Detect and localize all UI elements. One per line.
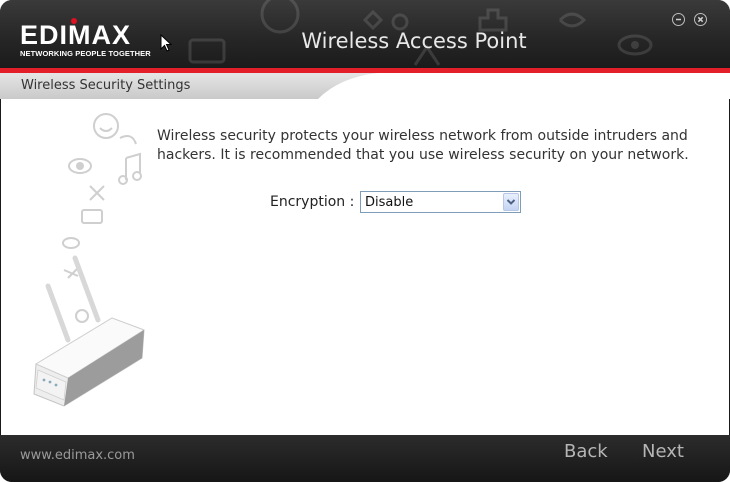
- encryption-select[interactable]: Disable: [360, 191, 521, 213]
- minimize-button[interactable]: [672, 13, 685, 26]
- dropdown-arrow-button[interactable]: [503, 193, 519, 211]
- encryption-selected-value: Disable: [365, 195, 414, 210]
- close-button[interactable]: [694, 13, 707, 26]
- security-description: Wireless security protects your wireless…: [157, 127, 717, 165]
- description-line-2: hackers. It is recommended that you use …: [157, 147, 689, 163]
- chevron-down-icon: [506, 199, 516, 205]
- x-circle-icon: [697, 16, 704, 23]
- section-title: Wireless Security Settings: [21, 78, 191, 93]
- next-button[interactable]: Next: [642, 441, 684, 462]
- section-header: Wireless Security Settings: [0, 73, 730, 99]
- wizard-window: EDIMAX NETWORKING PEOPLE TOGETHER Wirele…: [0, 0, 730, 482]
- logo-dot: [71, 18, 77, 24]
- website-link[interactable]: www.edimax.com: [20, 448, 135, 463]
- router-illustration: [33, 113, 146, 407]
- header-bar: EDIMAX NETWORKING PEOPLE TOGETHER Wirele…: [0, 0, 730, 71]
- footer-bar: www.edimax.com Back Next: [0, 435, 730, 482]
- back-button[interactable]: Back: [564, 441, 608, 462]
- app-title: Wireless Access Point: [301, 29, 527, 53]
- description-line-1: Wireless security protects your wireless…: [157, 128, 688, 144]
- encryption-label: Encryption :: [270, 194, 355, 210]
- minus-circle-icon: [676, 18, 681, 21]
